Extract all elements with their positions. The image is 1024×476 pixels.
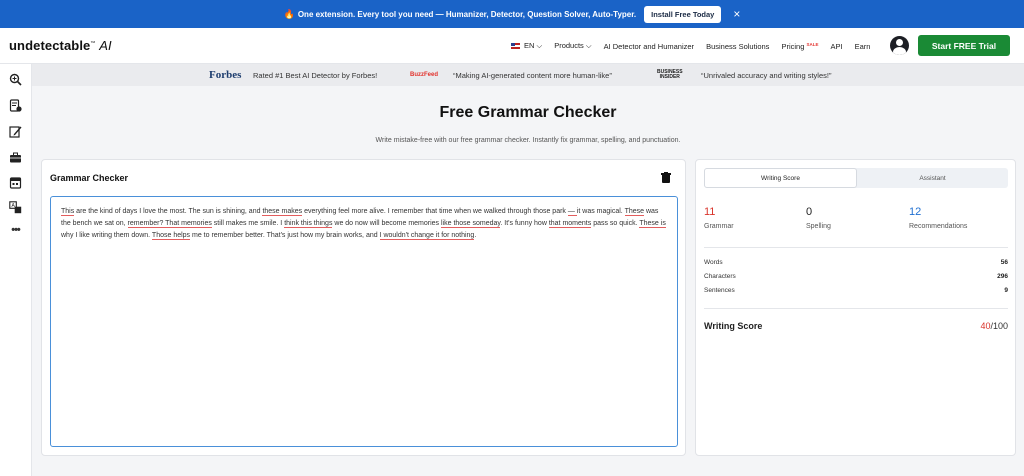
press-strip: Forbes Rated #1 Best AI Detector by Forb… [32, 64, 1024, 86]
grammar-issue[interactable]: these makes [262, 208, 303, 216]
logo-text: undetectable [9, 38, 91, 53]
forbes-quote: Rated #1 Best AI Detector by Forbes! [253, 70, 378, 80]
text-segment: me to remember better. That's just how m… [190, 232, 380, 240]
promo-banner: 🔥 One extension. Every tool you need — H… [0, 0, 1024, 28]
tab-assistant[interactable]: Assistant [857, 168, 1008, 188]
recommendations-count: 12 [909, 206, 922, 218]
text-editor[interactable]: This are the kind of days I love the mos… [50, 196, 678, 447]
buzzfeed-quote: “Making AI-generated content more human-… [453, 70, 612, 80]
grammar-issue[interactable]: These [624, 208, 645, 216]
grammar-checker-card: Grammar Checker This are the kind of day… [41, 159, 686, 456]
translate-icon[interactable]: A [9, 201, 22, 214]
grammar-issue[interactable]: like those someday [441, 220, 501, 229]
logo-ai: AI [99, 38, 112, 53]
text-segment: are the kind of days I love the most. Th… [74, 208, 263, 215]
spelling-count: 0 [806, 206, 813, 218]
start-free-trial-button[interactable]: Start FREE Trial [918, 35, 1010, 56]
stat-row-sentences: Sentences 9 [704, 287, 1008, 294]
business-insider-quote: “Unrivaled accuracy and writing styles!” [701, 70, 832, 80]
grammar-stat[interactable]: 11 Grammar [704, 206, 734, 230]
text-segment: it was magical. [576, 208, 625, 215]
nav-earn[interactable]: Earn [855, 42, 871, 51]
grammar-issue[interactable]: I wouldn't change it for nothing [379, 232, 475, 241]
card-title: Grammar Checker [50, 173, 129, 183]
stat-row-words: Words 56 [704, 259, 1008, 266]
grammar-issue[interactable]: — [567, 208, 577, 216]
us-flag-icon [511, 43, 520, 50]
business-insider-logo: BUSINESS INSIDER [657, 68, 683, 80]
nav-pricing[interactable]: Pricing SALE [781, 42, 818, 51]
text-segment: still makes me smile. I [211, 220, 285, 228]
user-avatar-icon[interactable] [890, 36, 909, 55]
writing-score-panel: Writing Score Assistant 11 Grammar 0 Spe… [695, 159, 1016, 456]
text-segment: everything feel more alive. I remember t… [302, 208, 568, 215]
text-segment: why I like writing them down. [61, 232, 152, 240]
more-icon[interactable]: ••• [9, 224, 22, 237]
document-check-icon[interactable] [9, 99, 22, 112]
grammar-count: 11 [704, 206, 716, 218]
grammar-label: Grammar [704, 223, 734, 230]
logo[interactable]: undetectable™ AI [9, 38, 112, 53]
nav-products[interactable]: Products ⌵ [554, 41, 591, 51]
top-header: undetectable™ AI EN ⌵ Products ⌵ AI Dete… [0, 28, 1024, 64]
divider [704, 247, 1008, 248]
text-segment: we do now will become memories [332, 220, 441, 228]
score-tabs: Writing Score Assistant [704, 168, 1008, 188]
divider [704, 308, 1008, 309]
banner-text: One extension. Every tool you need — Hum… [297, 9, 637, 19]
left-toolbar: A ••• [0, 64, 32, 476]
stat-row-characters: Characters 296 [704, 273, 1008, 280]
calendar-icon[interactable] [9, 176, 22, 189]
pen-icon[interactable] [9, 125, 22, 138]
trash-icon[interactable] [661, 172, 671, 183]
fire-icon: 🔥 [283, 8, 295, 19]
text-segment: . [474, 232, 477, 240]
nav-business[interactable]: Business Solutions [706, 42, 769, 51]
grammar-issue[interactable]: This [61, 208, 75, 216]
recommendations-label: Recommendations [909, 223, 968, 230]
main-nav: EN ⌵ Products ⌵ AI Detector and Humanize… [511, 28, 882, 64]
grammar-issue[interactable]: These is [639, 220, 666, 229]
page-subtitle: Write mistake-free with our free grammar… [375, 137, 681, 144]
nav-api[interactable]: API [830, 42, 842, 51]
briefcase-icon[interactable] [9, 151, 22, 164]
spelling-label: Spelling [806, 223, 831, 230]
writing-score-value: 40/100 [980, 321, 1008, 331]
language-selector[interactable]: EN ⌵ [511, 41, 542, 51]
writing-score-label: Writing Score [704, 321, 763, 331]
grammar-issue[interactable]: think this things [284, 220, 333, 229]
text-segment: . It's funny how [500, 220, 549, 228]
spelling-stat[interactable]: 0 Spelling [806, 206, 831, 230]
sale-badge: SALE [806, 41, 819, 47]
page-title: Free Grammar Checker [439, 104, 617, 121]
grammar-issue[interactable]: remember? That memories [127, 220, 212, 229]
forbes-logo: Forbes [209, 69, 242, 81]
text-segment: pass so quick. [591, 220, 640, 228]
close-icon[interactable]: × [733, 7, 740, 21]
magnifier-icon[interactable] [9, 73, 22, 86]
tab-writing-score[interactable]: Writing Score [704, 168, 857, 188]
grammar-issue[interactable]: Those helps [151, 232, 191, 241]
recommendations-stat[interactable]: 12 Recommendations [909, 206, 967, 230]
nav-ai-detector[interactable]: AI Detector and Humanizer [604, 42, 694, 51]
grammar-issue[interactable]: that moments [548, 220, 592, 229]
install-free-button[interactable]: Install Free Today [644, 5, 722, 23]
chevron-down-icon: ⌵ [585, 41, 592, 50]
chevron-down-icon: ⌵ [536, 41, 543, 50]
writing-score-row: Writing Score 40/100 [704, 321, 1008, 331]
buzzfeed-logo: BuzzFeed [410, 72, 439, 78]
